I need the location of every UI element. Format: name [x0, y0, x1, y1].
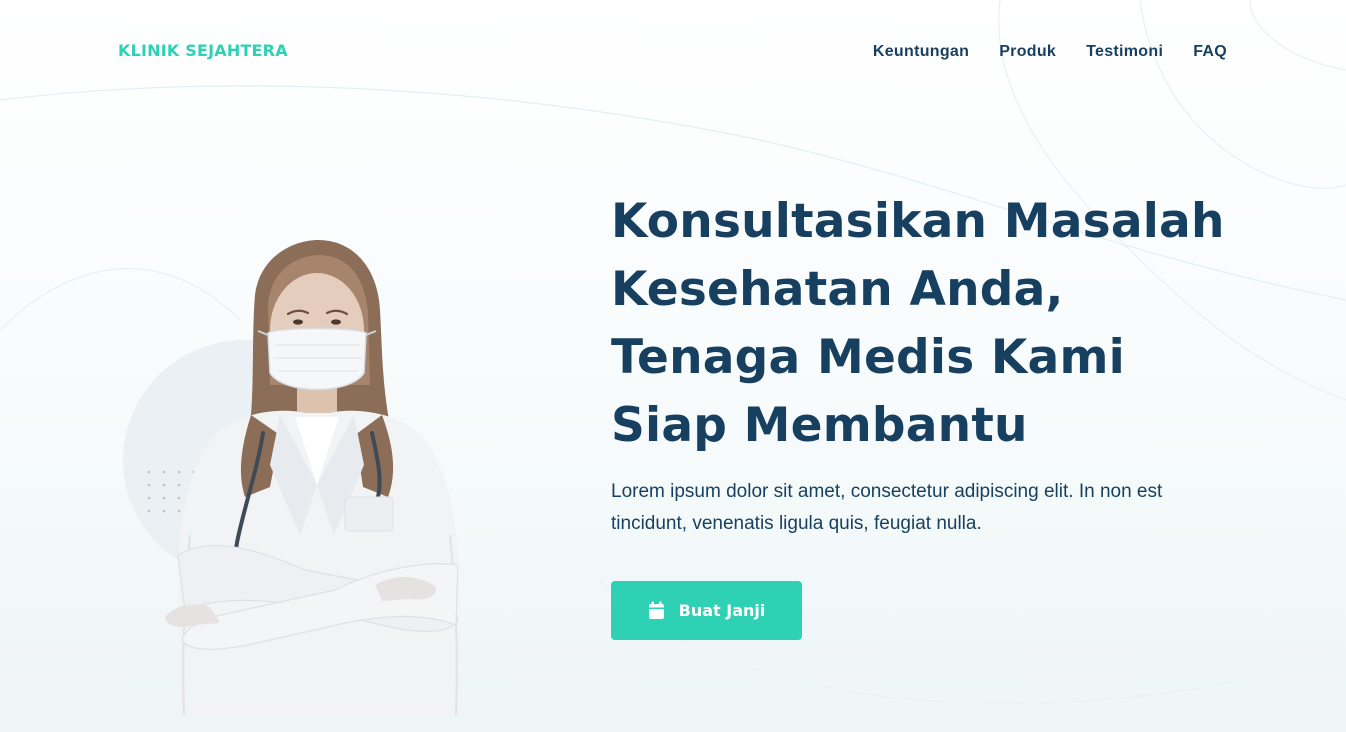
hero-image [120, 235, 480, 715]
nav-link-keuntungan[interactable]: Keuntungan [873, 43, 969, 61]
site-header: KLINIK SEJAHTERA Keuntungan Produk Testi… [0, 0, 1346, 105]
buat-janji-button[interactable]: Buat Janji [611, 581, 802, 640]
main-nav: Keuntungan Produk Testimoni FAQ [873, 43, 1227, 61]
hero-description: Lorem ipsum dolor sit amet, consectetur … [611, 481, 1163, 534]
cta-label: Buat Janji [678, 601, 766, 620]
doctor-illustration [123, 240, 462, 715]
hero-title: Konsultasikan Masalah Kesehatan Anda, Te… [611, 194, 1225, 453]
calendar-icon [648, 601, 665, 620]
nav-link-testimoni[interactable]: Testimoni [1086, 43, 1163, 61]
nav-link-faq[interactable]: FAQ [1193, 43, 1227, 61]
eye-right [331, 319, 341, 325]
brand-logo[interactable]: KLINIK SEJAHTERA [118, 41, 288, 60]
face-mask [267, 327, 367, 391]
eye-left [293, 319, 303, 325]
nav-link-produk[interactable]: Produk [999, 43, 1056, 61]
